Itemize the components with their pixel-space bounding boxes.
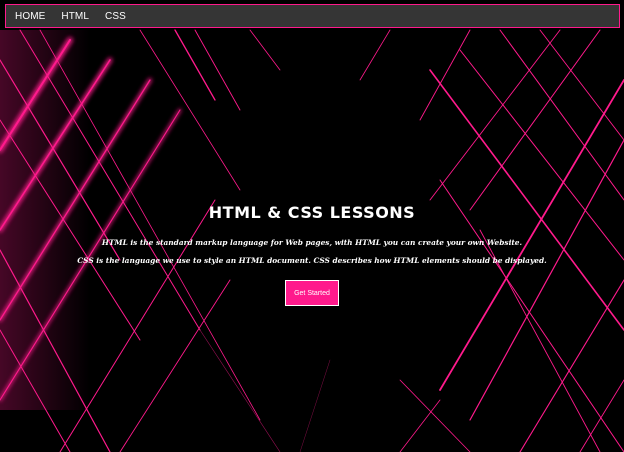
nav-link-css[interactable]: CSS (99, 11, 132, 22)
nav-link-home[interactable]: HOME (9, 11, 51, 22)
hero-text-css: CSS is the language we use to style an H… (77, 256, 547, 265)
top-navbar: HOME HTML CSS (5, 4, 620, 28)
hero-text-html: HTML is the standard markup language for… (101, 238, 523, 247)
hero-title: HTML & CSS LESSONS (208, 203, 416, 222)
get-started-button[interactable]: Get Started (285, 280, 339, 306)
hero-section: HTML & CSS LESSONS HTML is the standard … (0, 200, 624, 306)
nav-link-html[interactable]: HTML (55, 11, 95, 22)
